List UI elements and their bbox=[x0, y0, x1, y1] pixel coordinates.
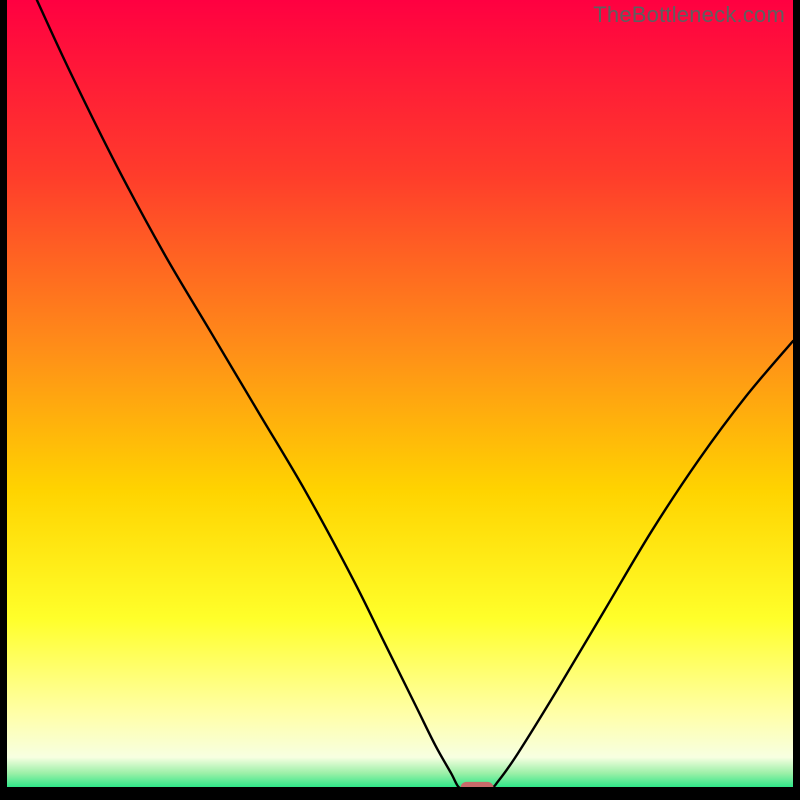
watermark-text: TheBottleneck.com bbox=[593, 2, 785, 28]
x-axis-baseline bbox=[7, 787, 793, 793]
chart-frame: TheBottleneck.com bbox=[7, 0, 793, 793]
bottleneck-chart bbox=[7, 0, 793, 793]
